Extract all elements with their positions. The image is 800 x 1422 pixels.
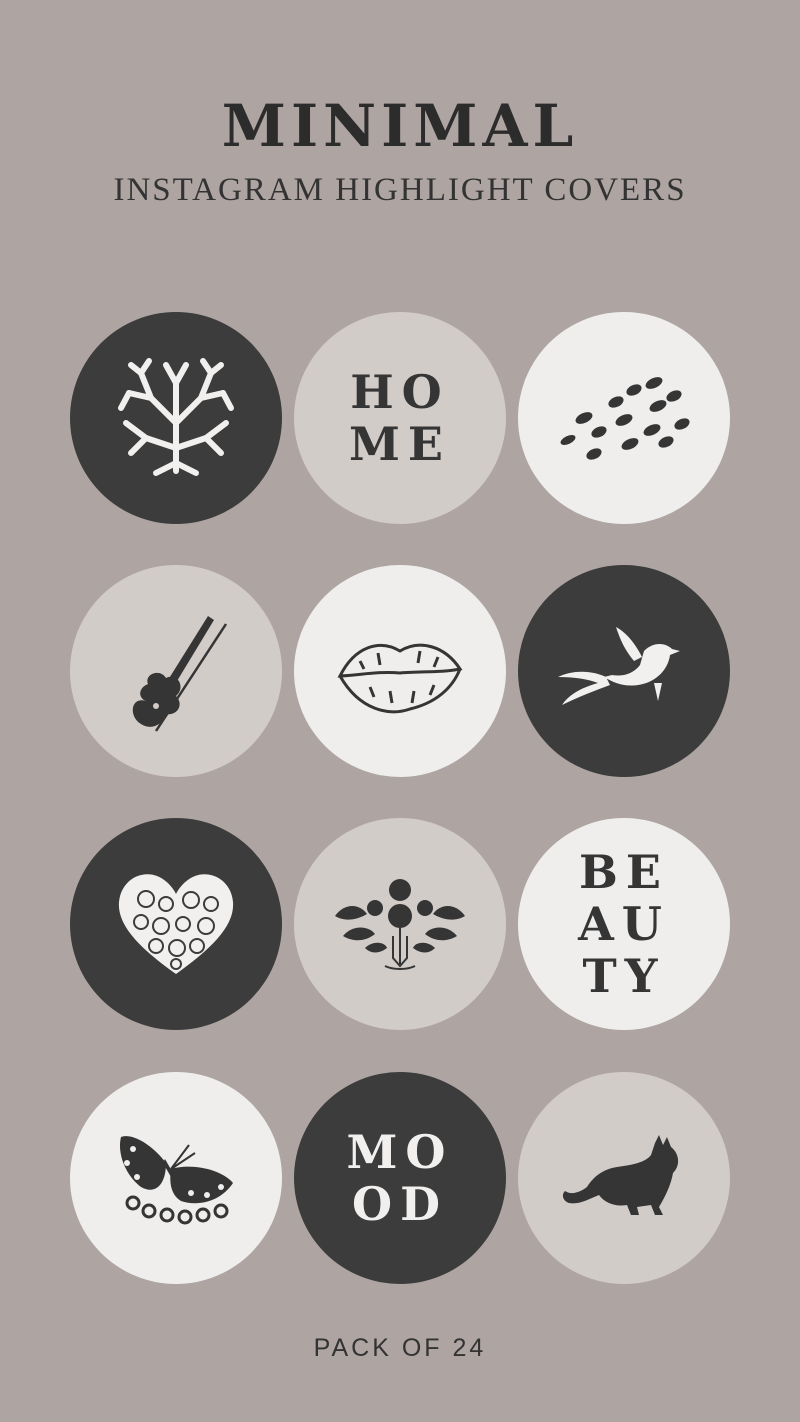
- violin-icon: [132, 616, 228, 732]
- cover-mood[interactable]: MO OD: [294, 1072, 506, 1284]
- cover-beauty-label: BE AU TY: [578, 845, 670, 1003]
- page-subtitle: INSTAGRAM HIGHLIGHT COVERS: [113, 172, 687, 208]
- cover-coral[interactable]: [70, 312, 282, 524]
- brush-dots-icon: [560, 377, 690, 460]
- cover-bird[interactable]: [518, 565, 730, 777]
- cover-heart[interactable]: [70, 818, 282, 1030]
- cat-icon: [562, 1135, 679, 1215]
- cover-flowers[interactable]: [294, 818, 506, 1030]
- coral-tree-icon: [118, 358, 234, 476]
- footer-pack-count: PACK OF 24: [313, 1334, 487, 1362]
- page-title: MINIMAL: [221, 92, 579, 160]
- cover-home-label: HO ME: [349, 365, 451, 471]
- bird-icon: [558, 627, 680, 705]
- cover-mood-label: MO OD: [346, 1125, 454, 1231]
- cover-butterfly[interactable]: [70, 1072, 282, 1284]
- heart-icon: [118, 874, 234, 974]
- cover-cat[interactable]: [518, 1072, 730, 1284]
- cover-home[interactable]: HO ME: [294, 312, 506, 524]
- cover-beauty[interactable]: BE AU TY: [518, 818, 730, 1030]
- cover-dots[interactable]: [518, 312, 730, 524]
- cover-lips[interactable]: [294, 565, 506, 777]
- lips-icon: [337, 643, 463, 714]
- flower-bouquet-icon: [335, 879, 465, 970]
- cover-violin[interactable]: [70, 565, 282, 777]
- butterfly-icon: [119, 1136, 233, 1225]
